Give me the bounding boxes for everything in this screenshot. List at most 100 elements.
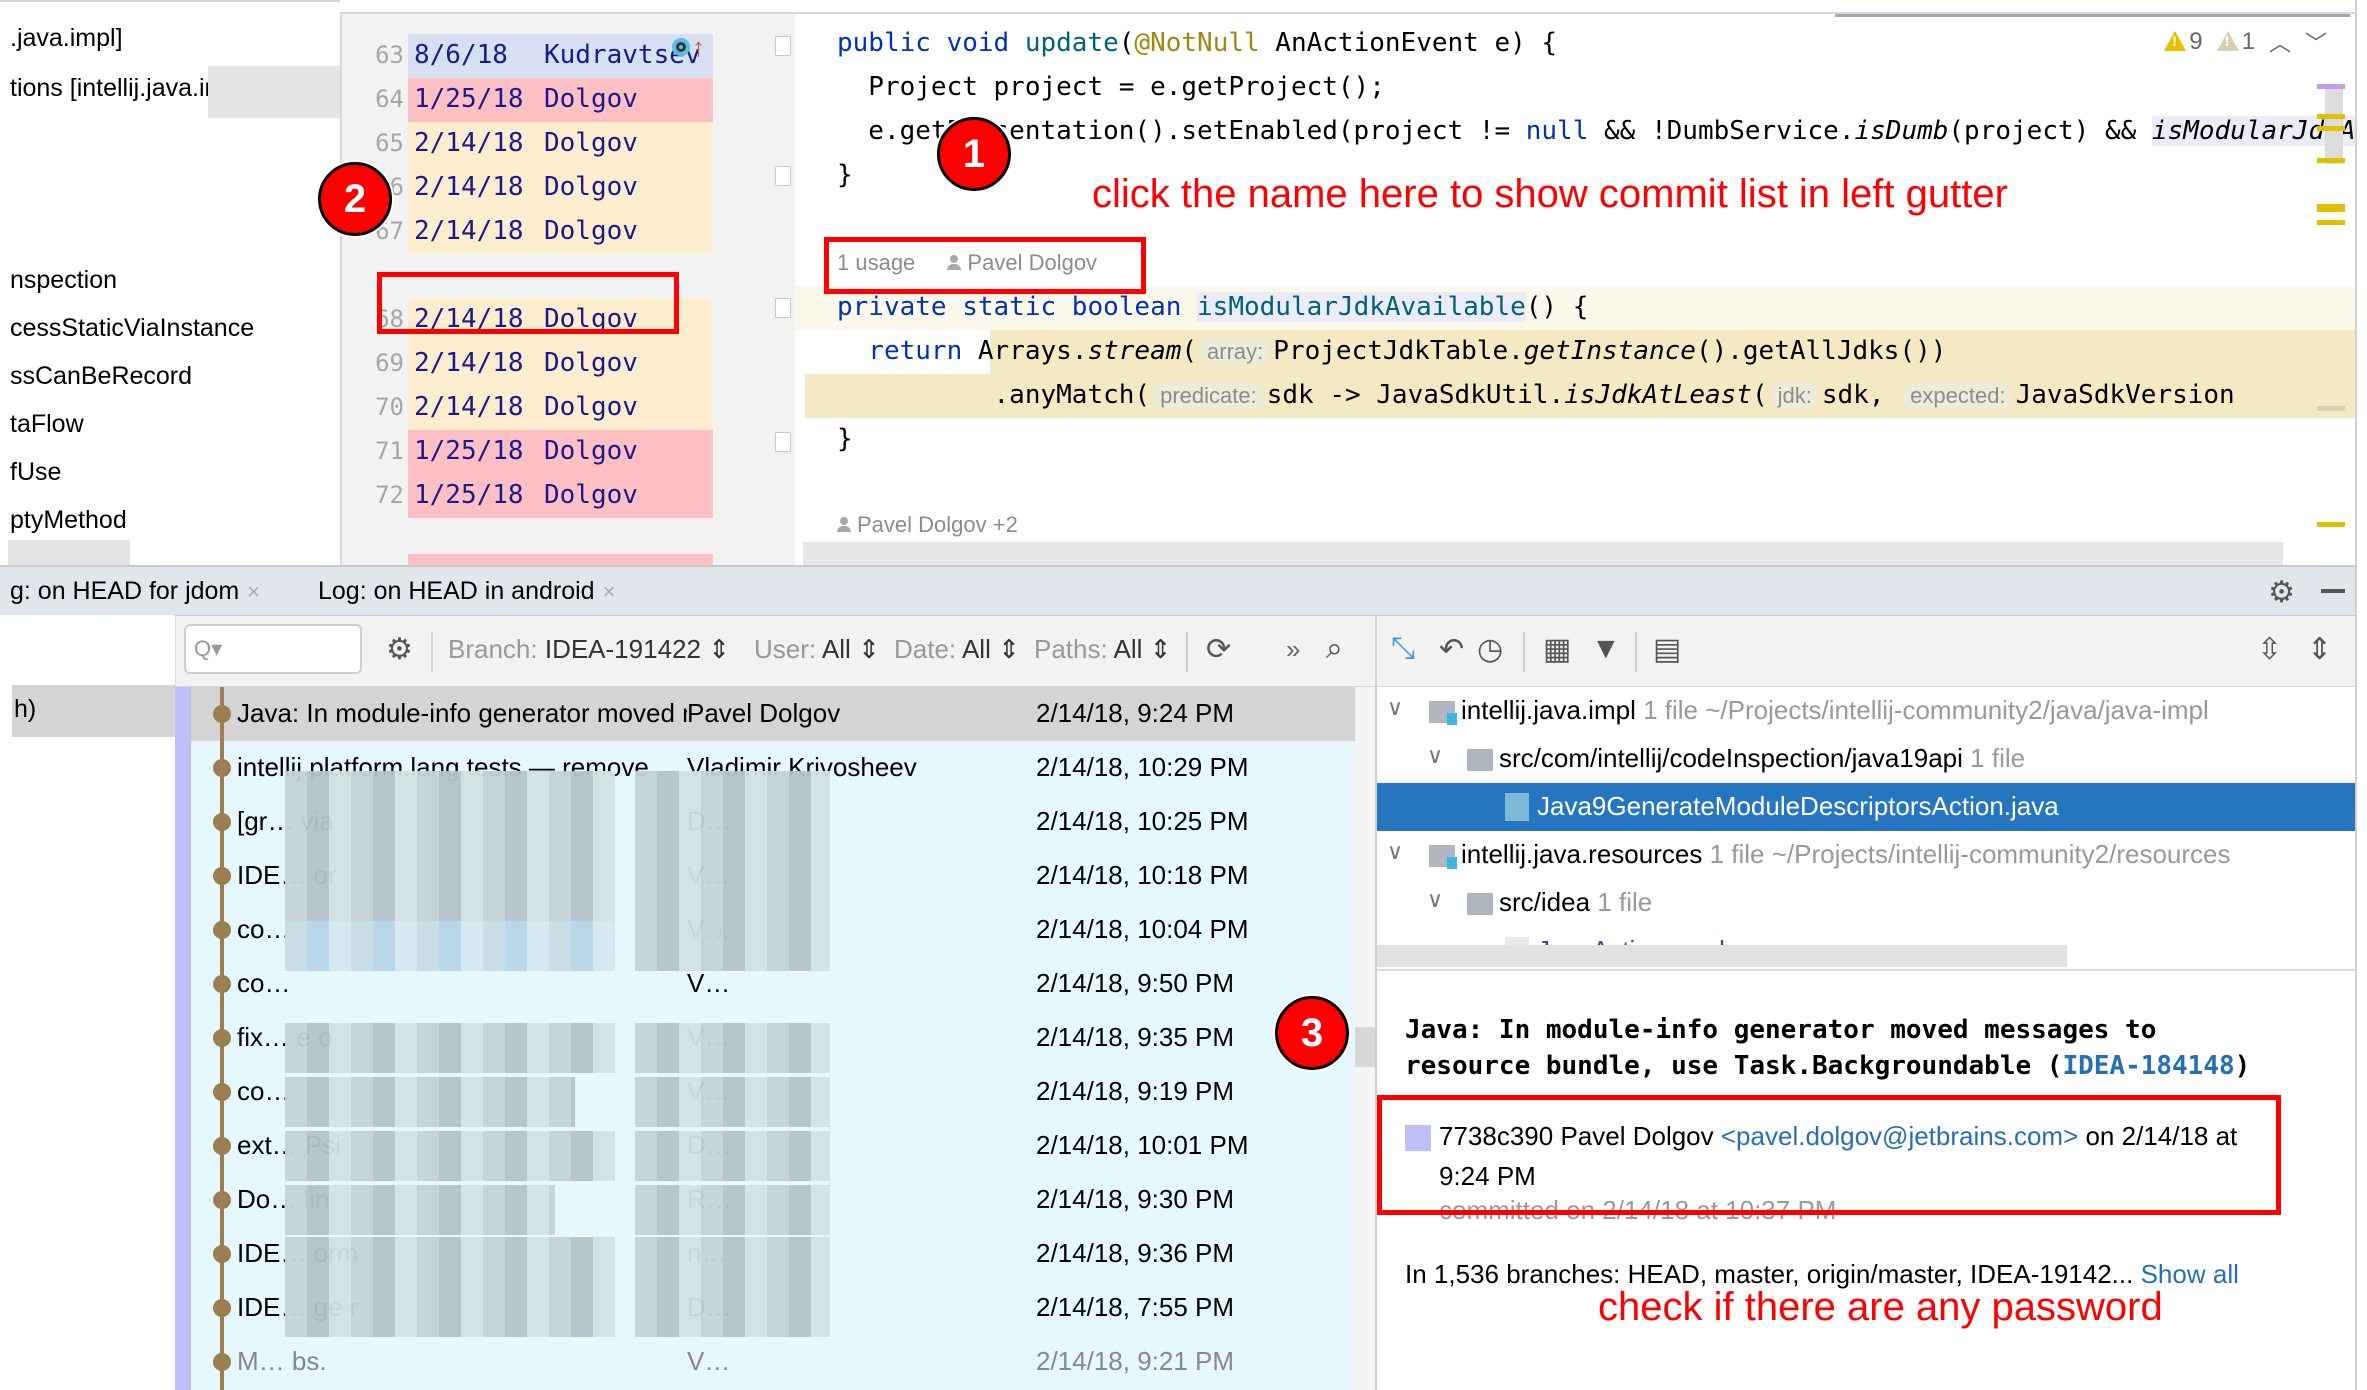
tree-item[interactable]: .java.impl] bbox=[10, 24, 123, 53]
error-stripe-mark[interactable] bbox=[2317, 158, 2345, 163]
history-icon[interactable]: ◷ bbox=[1477, 632, 1503, 667]
annotation-row[interactable]: 67 2/14/18 Dolgov bbox=[342, 210, 762, 254]
weak-warnings-count[interactable]: 1 bbox=[2216, 28, 2255, 56]
search-input[interactable]: Q▾ bbox=[184, 624, 362, 674]
expand-all-icon[interactable]: ⇳ bbox=[2257, 632, 2282, 667]
annotation-row[interactable]: 662/14/18Dolgov bbox=[342, 166, 762, 210]
tree-item[interactable]: ptyMethod bbox=[10, 506, 127, 535]
issue-link[interactable]: IDEA-184148 bbox=[2062, 1051, 2234, 1081]
annotation-row[interactable]: 65 2/14/18 Dolgov bbox=[342, 122, 762, 166]
warnings-count[interactable]: 9 bbox=[2164, 28, 2203, 56]
tree-item[interactable]: taFlow bbox=[10, 410, 84, 439]
annotation-author[interactable]: Dolgov bbox=[544, 84, 638, 114]
gear-icon[interactable]: ⚙ bbox=[2268, 575, 2295, 610]
show-diff-icon[interactable]: ⤡ bbox=[1391, 632, 1415, 666]
close-icon[interactable]: × bbox=[247, 579, 260, 604]
tab-log-jdom[interactable]: g: on HEAD for jdom × bbox=[10, 577, 260, 606]
vcs-change-icon[interactable]: ↑ bbox=[672, 32, 705, 63]
commit-row-selected[interactable]: Java: In module-info generator moved mes… bbox=[191, 687, 1355, 741]
annotation-cell[interactable]: 2/14/18 Dolgov bbox=[408, 386, 713, 430]
group-by-icon[interactable]: ▦ bbox=[1543, 632, 1571, 667]
annotation-author[interactable]: Dolgov bbox=[544, 348, 638, 378]
annotation-cell[interactable]: 1/25/18 Dolgov bbox=[408, 474, 713, 518]
tree-row-folder[interactable]: ∨ src/com/intellij/codeInspection/java19… bbox=[1377, 735, 2357, 783]
next-highlight-icon[interactable]: ﹀ bbox=[2305, 26, 2327, 58]
layout-icon[interactable]: ▤ bbox=[1653, 632, 1681, 667]
annotation-cell[interactable]: 1/25/18 Dolgov bbox=[408, 78, 713, 122]
branch-item-selected[interactable]: h) bbox=[12, 685, 175, 737]
settings-gear-icon[interactable]: ⚙ bbox=[386, 632, 413, 667]
chevron-down-icon[interactable]: ∨ bbox=[1387, 695, 1403, 721]
tree-row-file-selected[interactable]: Java9GenerateModuleDescriptorsAction.jav… bbox=[1377, 783, 2357, 831]
date-filter[interactable]: Date: All ⇕ bbox=[894, 634, 1020, 665]
close-icon[interactable]: × bbox=[603, 579, 616, 604]
filter-icon[interactable]: ▼ bbox=[1591, 632, 1621, 666]
annotation-cell[interactable]: 8/6/18 Kudravtsev bbox=[408, 34, 713, 78]
minimize-icon[interactable] bbox=[2321, 589, 2345, 593]
annotation-author[interactable]: Dolgov bbox=[544, 172, 638, 202]
annotation-cell[interactable]: 2/14/18 Dolgov bbox=[408, 342, 713, 386]
tree-item[interactable]: ssCanBeRecord bbox=[10, 362, 192, 391]
annotation-row[interactable]: 72 1/25/18 Dolgov bbox=[342, 474, 762, 518]
commit-author: Pavel Dolgov bbox=[687, 698, 841, 728]
commit-row[interactable]: M… bs. V… 2/14/18, 9:21 PM bbox=[191, 1335, 1355, 1389]
error-stripe-mark[interactable] bbox=[2317, 522, 2345, 527]
redacted-block bbox=[635, 1185, 830, 1235]
commit-message: resource bundle, use Task.Backgroundable… bbox=[1405, 1051, 2251, 1081]
chevron-down-icon[interactable]: ∨ bbox=[1427, 887, 1443, 913]
tree-row-module[interactable]: ∨ intellij.java.impl 1 file ~/Projects/i… bbox=[1377, 687, 2357, 735]
tree-item[interactable]: cessStaticViaInstance bbox=[10, 314, 254, 343]
tree-row-module[interactable]: ∨ intellij.java.resources 1 file ~/Proje… bbox=[1377, 831, 2357, 879]
chevron-down-icon[interactable]: ∨ bbox=[1427, 743, 1443, 769]
annotation-author[interactable]: Dolgov bbox=[544, 392, 638, 422]
annotation-author[interactable]: Dolgov bbox=[544, 436, 638, 466]
previous-highlight-icon[interactable]: ︿ bbox=[2269, 26, 2291, 58]
tab-log-android[interactable]: Log: on HEAD in android × bbox=[318, 577, 615, 606]
annotation-cell[interactable]: 2/14/18 Dolgov bbox=[408, 122, 713, 166]
error-stripe-mark[interactable] bbox=[2317, 126, 2345, 131]
error-stripe-mark[interactable] bbox=[2317, 204, 2345, 212]
commit-log-list[interactable]: Java: In module-info generator moved mes… bbox=[175, 687, 1355, 1390]
codelens-author-bottom[interactable]: Pavel Dolgov +2 bbox=[837, 512, 1018, 538]
changes-tree[interactable]: ∨ intellij.java.impl 1 file ~/Projects/i… bbox=[1375, 687, 2357, 969]
annotation-row[interactable]: 64 1/25/18 Dolgov bbox=[342, 78, 762, 122]
annotation-author[interactable]: Dolgov bbox=[544, 128, 638, 158]
error-stripe-mark[interactable] bbox=[2317, 406, 2345, 411]
fold-icon[interactable] bbox=[775, 166, 791, 186]
annotation-row[interactable]: 70 2/14/18 Dolgov bbox=[342, 386, 762, 430]
annotation-cell[interactable]: 2/14/18 Dolgov bbox=[408, 166, 713, 210]
annotation-cell[interactable]: 2/14/18 Dolgov bbox=[408, 210, 713, 254]
editor-horizontal-scrollbar[interactable] bbox=[803, 542, 2283, 565]
editor-vertical-scrollbar[interactable] bbox=[2325, 84, 2343, 164]
branch-filter[interactable]: Branch: IDEA-191422 ⇕ bbox=[448, 634, 730, 665]
tree-item[interactable]: nspection bbox=[10, 266, 117, 295]
revert-icon[interactable]: ↶ bbox=[1439, 632, 1464, 667]
tree-scrollbar[interactable] bbox=[208, 66, 340, 118]
scrollbar-thumb[interactable] bbox=[1355, 1027, 1375, 1067]
search-icon[interactable]: ⌕ bbox=[1326, 632, 1343, 666]
more-actions-button[interactable]: » bbox=[1286, 634, 1300, 665]
chevron-down-icon[interactable]: ∨ bbox=[1387, 839, 1403, 865]
tree-horizontal-scrollbar[interactable] bbox=[8, 540, 130, 567]
user-filter[interactable]: User: All ⇕ bbox=[754, 634, 880, 665]
refresh-icon[interactable]: ⟳ bbox=[1206, 632, 1231, 667]
error-stripe-mark[interactable] bbox=[2317, 84, 2345, 89]
annotation-row[interactable]: 71 1/25/18 Dolgov bbox=[342, 430, 762, 474]
annotation-row[interactable]: 69 2/14/18 Dolgov bbox=[342, 342, 762, 386]
collapse-all-icon[interactable]: ⇕ bbox=[2307, 632, 2332, 667]
annotation-author[interactable]: Dolgov bbox=[544, 216, 638, 246]
inspection-widget[interactable]: 9 1 ︿ ﹀ bbox=[2164, 26, 2327, 58]
annotation-author[interactable]: Dolgov bbox=[544, 480, 638, 510]
tree-row-folder[interactable]: ∨ src/idea 1 file bbox=[1377, 879, 2357, 927]
fold-icon[interactable] bbox=[775, 36, 791, 56]
fold-icon[interactable] bbox=[775, 432, 791, 452]
line-number: 72 bbox=[375, 481, 404, 509]
fold-icon[interactable] bbox=[775, 298, 791, 318]
annotation-cell[interactable]: 1/25/18 Dolgov bbox=[408, 430, 713, 474]
error-stripe-mark[interactable] bbox=[2317, 114, 2345, 119]
tree-item[interactable]: fUse bbox=[10, 458, 61, 487]
changes-horizontal-scrollbar[interactable] bbox=[1377, 945, 2067, 967]
paths-filter[interactable]: Paths: All ⇕ bbox=[1034, 634, 1171, 665]
log-vertical-scrollbar[interactable] bbox=[1355, 687, 1375, 1390]
error-stripe-mark[interactable] bbox=[2317, 220, 2345, 225]
